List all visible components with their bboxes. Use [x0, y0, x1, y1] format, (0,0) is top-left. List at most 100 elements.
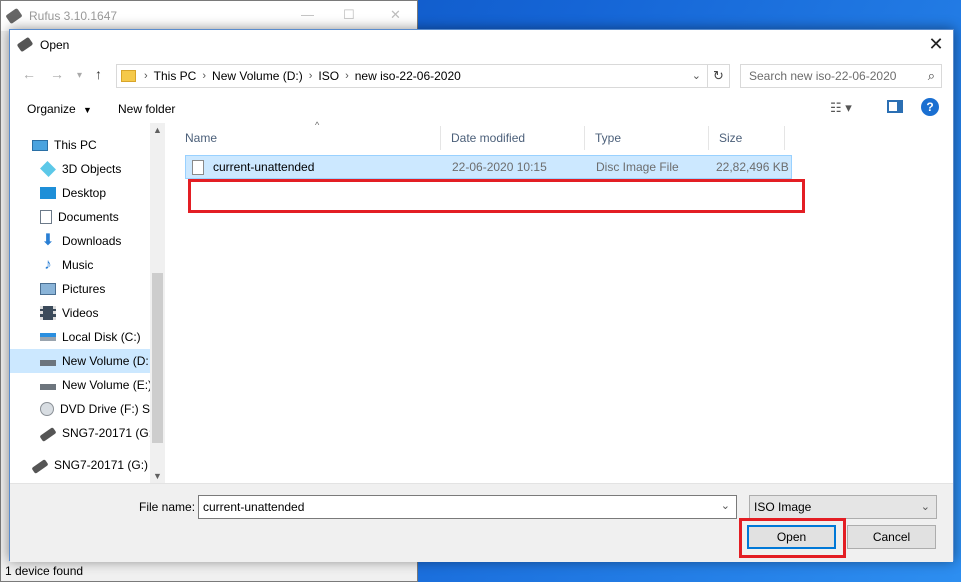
file-row[interactable]: current-unattended 22-06-2020 10:15 Disc… — [185, 155, 792, 179]
new-folder-button[interactable]: New folder — [118, 102, 175, 116]
breadcrumb-new-volume[interactable]: New Volume (D:) — [212, 69, 303, 83]
up-arrow-icon[interactable]: ↑ — [95, 66, 102, 82]
nav-scrollbar[interactable]: ▲ ▼ — [150, 123, 165, 483]
videos-icon — [40, 306, 56, 320]
separator-icon: › — [202, 70, 207, 82]
nav-label: New Volume (D: — [62, 354, 149, 368]
nav-item-desktop[interactable]: Desktop — [10, 181, 150, 205]
file-date-modified: 22-06-2020 10:15 — [452, 160, 547, 174]
rufus-title: Rufus 3.10.1647 — [29, 9, 118, 23]
nav-label: 3D Objects — [62, 162, 122, 176]
nav-item-new-volume-d[interactable]: New Volume (D: — [10, 349, 150, 373]
search-placeholder: Search new iso-22-06-2020 — [749, 69, 897, 83]
navigation-pane: This PC 3D Objects Desktop Documents ⬇ D… — [10, 123, 165, 483]
nav-label: Music — [62, 258, 94, 272]
nav-item-3d-objects[interactable]: 3D Objects — [10, 157, 150, 181]
rufus-maximize-button[interactable]: ☐ — [343, 7, 355, 23]
nav-item-documents[interactable]: Documents — [10, 205, 150, 229]
chevron-down-icon: ▼ — [83, 105, 92, 115]
nav-item-new-volume-e[interactable]: New Volume (E:) — [10, 373, 150, 397]
preview-pane-icon[interactable] — [887, 100, 903, 113]
help-icon[interactable]: ? — [921, 98, 939, 116]
nav-label: SNG7-20171 (G:) — [54, 458, 149, 472]
nav-item-pictures[interactable]: Pictures — [10, 277, 150, 301]
dialog-close-button[interactable]: ✕ — [925, 33, 947, 55]
organize-label: Organize — [27, 102, 76, 116]
rufus-usb-icon — [5, 7, 23, 25]
nav-label: Pictures — [62, 282, 106, 296]
open-dialog: Open ✕ ← → ▾ ↑ › This PC › New Volume (D… — [9, 29, 955, 562]
nav-label: SNG7-20171 (G:) — [62, 426, 150, 440]
navigation-bar: ← → ▾ ↑ › This PC › New Volume (D:) › IS… — [10, 62, 953, 90]
view-options-icon[interactable]: ☷ ▾ — [830, 100, 852, 116]
address-bar[interactable]: › This PC › New Volume (D:) › ISO › new … — [116, 64, 730, 88]
file-name-input[interactable]: current-unattended ⌄ — [198, 495, 737, 519]
chevron-down-icon[interactable]: ⌄ — [721, 499, 730, 512]
column-header-date-modified[interactable]: Date modified — [441, 126, 585, 150]
refresh-icon[interactable]: ↻ — [707, 65, 729, 87]
search-icon[interactable]: ⌕ — [928, 68, 935, 84]
nav-label: Downloads — [62, 234, 122, 248]
nav-label: Desktop — [62, 186, 107, 200]
downloads-icon: ⬇ — [41, 232, 55, 249]
drive-icon — [40, 360, 56, 366]
nav-label: Local Disk (C:) — [62, 330, 141, 344]
nav-label: DVD Drive (F:) SN — [60, 402, 150, 416]
rufus-title-bar: Rufus 3.10.1647 — ☐ ✕ — [1, 1, 417, 31]
nav-item-music[interactable]: ♪ Music — [10, 253, 150, 277]
recent-chevron-icon[interactable]: ▾ — [77, 70, 82, 81]
separator-icon: › — [144, 70, 148, 82]
nav-label: Videos — [62, 306, 99, 320]
rufus-close-button[interactable]: ✕ — [390, 7, 401, 23]
forward-arrow-icon[interactable]: → — [50, 66, 64, 82]
column-header-type[interactable]: Type — [585, 126, 709, 150]
dialog-footer: File name: current-unattended ⌄ ISO Imag… — [10, 483, 953, 562]
back-arrow-icon[interactable]: ← — [22, 66, 36, 82]
command-toolbar: Organize ▼ New folder ☷ ▾ ? — [10, 95, 953, 123]
disc-image-icon — [192, 160, 204, 175]
nav-item-local-disk-c[interactable]: Local Disk (C:) — [10, 325, 150, 349]
nav-item-dvd-drive-f[interactable]: DVD Drive (F:) SN — [10, 397, 150, 421]
file-type-filter[interactable]: ISO Image ⌄ — [749, 495, 937, 519]
dvd-icon — [40, 402, 54, 416]
scroll-down-icon[interactable]: ▼ — [153, 471, 162, 481]
dialog-title: Open — [40, 37, 70, 52]
pc-icon — [32, 139, 48, 151]
nav-item-usb-g-root[interactable]: SNG7-20171 (G:) — [10, 453, 150, 477]
breadcrumb-iso[interactable]: ISO — [318, 69, 339, 83]
file-list: ^ Name Date modified Type Size current-u… — [175, 120, 955, 483]
column-header-name[interactable]: Name — [175, 126, 441, 150]
music-icon: ♪ — [44, 256, 52, 273]
search-input[interactable]: Search new iso-22-06-2020 ⌕ — [740, 64, 942, 88]
address-dropdown-icon[interactable]: ⌄ — [692, 69, 701, 82]
nav-item-this-pc[interactable]: This PC — [10, 133, 150, 157]
open-button[interactable]: Open — [747, 525, 836, 549]
nav-scrollbar-thumb[interactable] — [152, 273, 163, 443]
organize-menu[interactable]: Organize ▼ — [27, 102, 92, 116]
file-size: 22,82,496 KB — [716, 160, 789, 174]
nav-item-usb-g[interactable]: SNG7-20171 (G:) — [10, 421, 150, 445]
rufus-minimize-button[interactable]: — — [301, 7, 314, 22]
documents-icon — [40, 210, 52, 224]
rufus-status: 1 device found — [5, 564, 84, 578]
drive-icon — [40, 384, 56, 390]
nav-item-downloads[interactable]: ⬇ Downloads — [10, 229, 150, 253]
chevron-down-icon[interactable]: ⌄ — [921, 500, 930, 513]
folder-icon — [121, 70, 136, 82]
3d-objects-icon — [40, 161, 56, 177]
breadcrumb-this-pc[interactable]: This PC — [154, 69, 197, 83]
nav-item-videos[interactable]: Videos — [10, 301, 150, 325]
file-type-filter-value: ISO Image — [754, 500, 812, 514]
desktop-icon — [40, 187, 56, 199]
nav-label: Documents — [58, 210, 119, 224]
scroll-up-icon[interactable]: ▲ — [153, 125, 162, 135]
column-header-size[interactable]: Size — [709, 126, 785, 150]
file-name-label: File name: — [139, 500, 196, 514]
usb-icon — [39, 427, 57, 442]
cancel-button[interactable]: Cancel — [847, 525, 936, 549]
breadcrumb-current-folder[interactable]: new iso-22-06-2020 — [355, 69, 461, 83]
nav-label: This PC — [54, 138, 97, 152]
separator-icon: › — [308, 70, 313, 82]
dialog-usb-icon — [16, 36, 34, 53]
pictures-icon — [40, 283, 56, 295]
